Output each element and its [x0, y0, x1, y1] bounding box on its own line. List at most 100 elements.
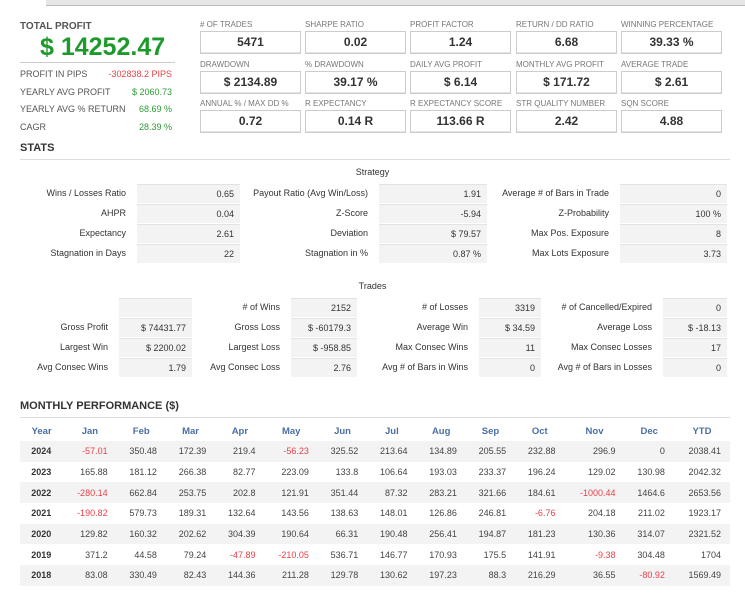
trades-stat-label: Gross Profit: [60, 322, 108, 332]
month-value-cell: 165.88: [80, 467, 108, 478]
column-header-oct[interactable]: Oct: [515, 421, 564, 441]
month-value-cell: 579.73: [129, 508, 157, 519]
monthly-performance-table: Year Jan Feb Mar Apr May Jun Jul Aug Sep Oct Nov Dec…: [20, 421, 730, 586]
month-value-cell: 266.38: [178, 467, 207, 478]
metric-value-box: 0.72: [200, 110, 301, 133]
table-row: 2019 371.2 44.58 79.24 -47.89 -210.05 536.71 14…: [20, 544, 730, 565]
metric-value-box: $ 171.72: [516, 71, 617, 94]
strategy-stat-label: Expectancy: [79, 228, 126, 238]
summary-label: YEARLY AVG PROFIT: [20, 86, 111, 97]
month-value-cell: 1464.6: [624, 482, 674, 504]
year-cell: 2019: [31, 549, 52, 560]
summary-label: PROFIT IN PIPS: [20, 69, 88, 79]
month-value-cell: -57.01: [63, 441, 117, 462]
strategy-stat-label: Max Lots Exposure: [531, 248, 609, 258]
metric-label: R EXPECTANCY SCORE: [410, 99, 503, 108]
column-header-apr[interactable]: Apr: [215, 421, 264, 441]
strategy-stat-label: Deviation: [330, 228, 368, 238]
table-row: 2024 -57.01 350.48 172.39 219.4 -56.23 325.52 2…: [20, 441, 730, 462]
month-value-cell: 321.66: [465, 482, 516, 504]
top-tab[interactable]: [0, 0, 46, 6]
month-value-cell: 190.64: [264, 523, 318, 545]
metric-label: PROFIT FACTOR: [410, 20, 474, 29]
month-value-cell: 1704: [700, 549, 721, 560]
column-header-aug[interactable]: Aug: [417, 421, 466, 441]
table-row: 2018 83.08 330.49 82.43 144.36 211.28 129.78 13…: [20, 565, 730, 586]
month-value-cell: 148.01: [379, 508, 408, 519]
metric-label: RETURN / DD RATIO: [516, 20, 594, 29]
summary-label: CAGR: [20, 121, 47, 132]
column-header-jul[interactable]: Jul: [367, 421, 416, 441]
summary-label: YEARLY AVG % RETURN: [20, 104, 126, 114]
column-header-jan[interactable]: Jan: [63, 421, 116, 441]
year-cell: 2018: [20, 565, 64, 586]
metric-label: DAILY AVG PROFIT: [410, 60, 483, 69]
month-value-cell: 130.62: [367, 565, 417, 586]
year-cell: 2020: [20, 523, 64, 545]
month-value-cell: 1569.49: [673, 565, 730, 586]
strategy-stat-label: Max Pos. Exposure: [530, 228, 609, 238]
month-value-cell: 0: [624, 441, 674, 462]
month-value-cell: 181.12: [129, 467, 157, 478]
month-value-cell: 129.78: [317, 565, 368, 586]
divider: [20, 62, 175, 63]
month-value-cell: 146.77: [379, 549, 408, 560]
month-value-cell: 325.52: [317, 441, 368, 462]
year-cell: 2023: [31, 467, 52, 478]
month-value-cell: 134.89: [416, 441, 466, 462]
column-header-nov[interactable]: Nov: [564, 421, 624, 441]
month-value-cell: 219.4: [215, 441, 265, 462]
month-value-cell: 233.37: [478, 467, 507, 478]
month-value-cell: 350.48: [116, 441, 166, 462]
trades-stat-label: Avg Consec Loss: [210, 362, 280, 372]
strategy-stat-value: 3.73: [620, 244, 727, 263]
metric-value-box: 1.24: [410, 31, 511, 54]
month-value-cell: 662.84: [116, 482, 166, 504]
column-header-mar[interactable]: Mar: [166, 421, 215, 441]
table-row: 2023 165.88 181.12 266.38 82.77 223.09 133.8 10…: [20, 462, 730, 483]
trades-stat-label: Largest Win: [59, 342, 108, 352]
column-header-year[interactable]: Year: [20, 421, 63, 441]
month-value-cell: 160.32: [116, 523, 166, 545]
month-value-cell: 204.18: [588, 508, 616, 519]
column-header-dec[interactable]: Dec: [625, 421, 674, 441]
month-value-cell: 2321.52: [673, 523, 730, 545]
column-header-sep[interactable]: Sep: [466, 421, 515, 441]
month-value-cell: 36.55: [564, 565, 625, 586]
trades-stat-label: Gross Loss: [234, 322, 280, 332]
column-header-may[interactable]: May: [265, 421, 318, 441]
metric-label: # OF TRADES: [200, 20, 253, 29]
total-profit-value: $ 14252.47: [40, 33, 166, 61]
summary-row: PROFIT IN PIPS -302838.2 PIPS: [20, 69, 172, 79]
divider: [20, 417, 730, 418]
strategy-stat-value: 100 %: [620, 204, 727, 223]
month-value-cell: 44.58: [134, 549, 157, 560]
metric-label: MONTHLY AVG PROFIT: [516, 60, 605, 69]
month-value-cell: 172.39: [165, 441, 216, 462]
metric-label: AVERAGE TRADE: [621, 60, 689, 69]
month-value-cell: 129.02: [588, 467, 616, 478]
column-header-feb[interactable]: Feb: [117, 421, 166, 441]
strategy-stat-label: Z-Score: [335, 208, 368, 218]
month-value-cell: 351.44: [317, 482, 368, 504]
month-value-cell: 256.41: [416, 523, 466, 545]
column-header-jun[interactable]: Jun: [318, 421, 367, 441]
year-cell: 2022: [20, 482, 64, 504]
metric-label: DRAWDOWN: [200, 60, 250, 69]
month-value-cell: 181.23: [515, 523, 565, 545]
month-value-cell: -190.82: [77, 508, 108, 519]
strategy-stat-label: Stagnation in Days: [50, 248, 126, 258]
strategy-stat-label: Z-Probability: [558, 208, 609, 218]
month-value-cell: -1000.44: [564, 482, 625, 504]
month-value-cell: 196.24: [527, 467, 556, 478]
strategy-stat-label: AHPR: [100, 208, 126, 218]
month-value-cell: 202.62: [165, 523, 216, 545]
trades-stat-label: Avg Consec Wins: [37, 362, 108, 372]
month-value-cell: 314.07: [624, 523, 674, 545]
month-value-cell: 132.64: [228, 508, 256, 519]
strategy-stat-label: Average # of Bars in Trade: [502, 188, 609, 198]
column-header-ytd[interactable]: YTD: [674, 421, 730, 441]
month-value-cell: 184.61: [515, 482, 565, 504]
trades-title: Trades: [358, 281, 387, 291]
month-value-cell: 205.55: [465, 441, 516, 462]
